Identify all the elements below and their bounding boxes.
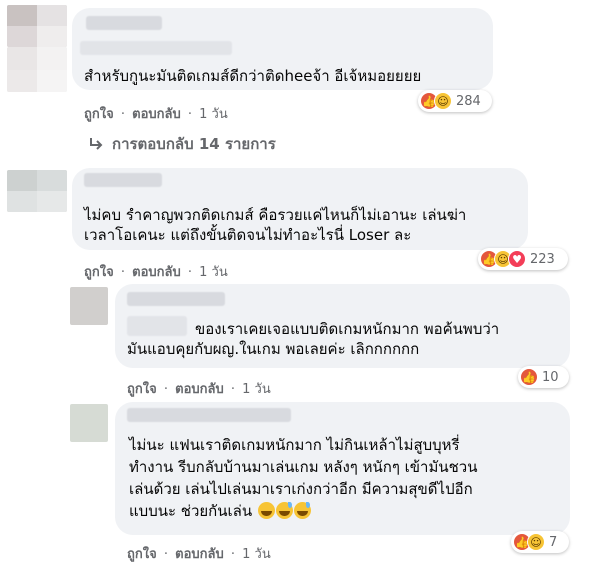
comment-bubble: ไม่คบ รำคาญพวกติดเกมส์ คือรวยแค่ไหนก็ไม่… [72,168,528,250]
reply-bubble: ไม่นะ แฟนเราติดเกมหนักมาก ไม่กินเหล้าไม่… [115,402,570,535]
reply-button[interactable]: ตอบกลับ [175,382,224,397]
reply-arrow-icon [90,138,103,150]
like-button[interactable]: ถูกใจ [84,265,114,280]
avatar[interactable] [70,404,108,442]
author-name[interactable] [127,408,291,422]
grinning-emoji-icon [257,502,275,519]
comment-text: เวลาโอเคนะ แต่ถึงขั้นติดจนไม่ทำอะไรนี่ L… [84,226,412,244]
author-name[interactable] [127,292,225,306]
comment-text: มันแอบคุยกับผญ.ในเกม พอเลยค่ะ เลิกกกกกก [127,340,420,358]
separator: · [163,547,168,562]
reaction-summary[interactable]: 👍 10 [518,366,569,388]
separator: · [187,265,193,280]
like-button[interactable]: ถูกใจ [127,547,157,562]
haha-icon: ☺ [434,92,452,110]
separator: · [230,382,236,397]
replies-label: การตอบกลับ 14 รายการ [112,135,276,153]
like-button[interactable]: ถูกใจ [127,382,157,397]
author-name-secondary [127,316,187,336]
separator: · [230,547,236,562]
separator: · [120,107,125,122]
separator: · [187,107,193,122]
reaction-summary[interactable]: 👍 ☺ ♥ 223 [478,248,568,270]
comment-actions: ถูกใจ · ตอบกลับ · 1 วัน [84,261,228,282]
comment-text: แบบนะ ช่วยกันเล่น [129,502,253,520]
avatar[interactable] [7,170,67,212]
avatar[interactable] [70,287,108,325]
reply-button[interactable]: ตอบกลับ [175,547,224,562]
reply-bubble: ของเราเคยเจอแบบติดเกมหนักมาก พอค้นพบว่า … [115,284,570,368]
author-name-secondary [80,41,232,55]
timestamp[interactable]: 1 วัน [242,382,271,397]
reaction-summary[interactable]: 👍 ☺ 7 [511,531,569,553]
like-icon: 👍 [520,368,538,386]
like-button[interactable]: ถูกใจ [84,107,114,122]
comment-actions: ถูกใจ · ตอบกลับ · 1 วัน [127,543,271,562]
timestamp[interactable]: 1 วัน [199,107,228,122]
avatar[interactable] [7,5,67,47]
view-replies-link[interactable]: การตอบกลับ 14 รายการ [88,132,276,156]
reaction-summary[interactable]: 👍 ☺ 284 [418,90,492,112]
comment-text-last: แบบนะ ช่วยกันเล่น [129,498,311,524]
reaction-count: 223 [530,251,555,267]
avatar-lower [7,47,67,92]
grin-sweat-emoji-icon [275,502,293,519]
comment-bubble: สำหรับกูนะมันติดเกมส์ดีกว่าติดheeจ้า อีเ… [72,8,493,90]
reaction-count: 7 [549,534,558,550]
author-name[interactable] [86,16,162,30]
love-icon: ♥ [508,250,526,268]
comment-text: สำหรับกูนะมันติดเกมส์ดีกว่าติดheeจ้า อีเ… [84,67,422,85]
comment-actions: ถูกใจ · ตอบกลับ · 1 วัน [127,378,271,399]
author-name[interactable] [84,173,162,187]
separator: · [163,382,168,397]
reply-button[interactable]: ตอบกลับ [132,265,181,280]
grin-sweat-emoji-icon [293,502,311,519]
separator: · [120,265,125,280]
reply-button[interactable]: ตอบกลับ [132,107,181,122]
reaction-count: 10 [542,369,559,385]
timestamp[interactable]: 1 วัน [199,265,228,280]
reaction-count: 284 [456,93,481,109]
timestamp[interactable]: 1 วัน [242,547,271,562]
haha-icon: ☺ [527,533,545,551]
comment-actions: ถูกใจ · ตอบกลับ · 1 วัน [84,103,228,124]
